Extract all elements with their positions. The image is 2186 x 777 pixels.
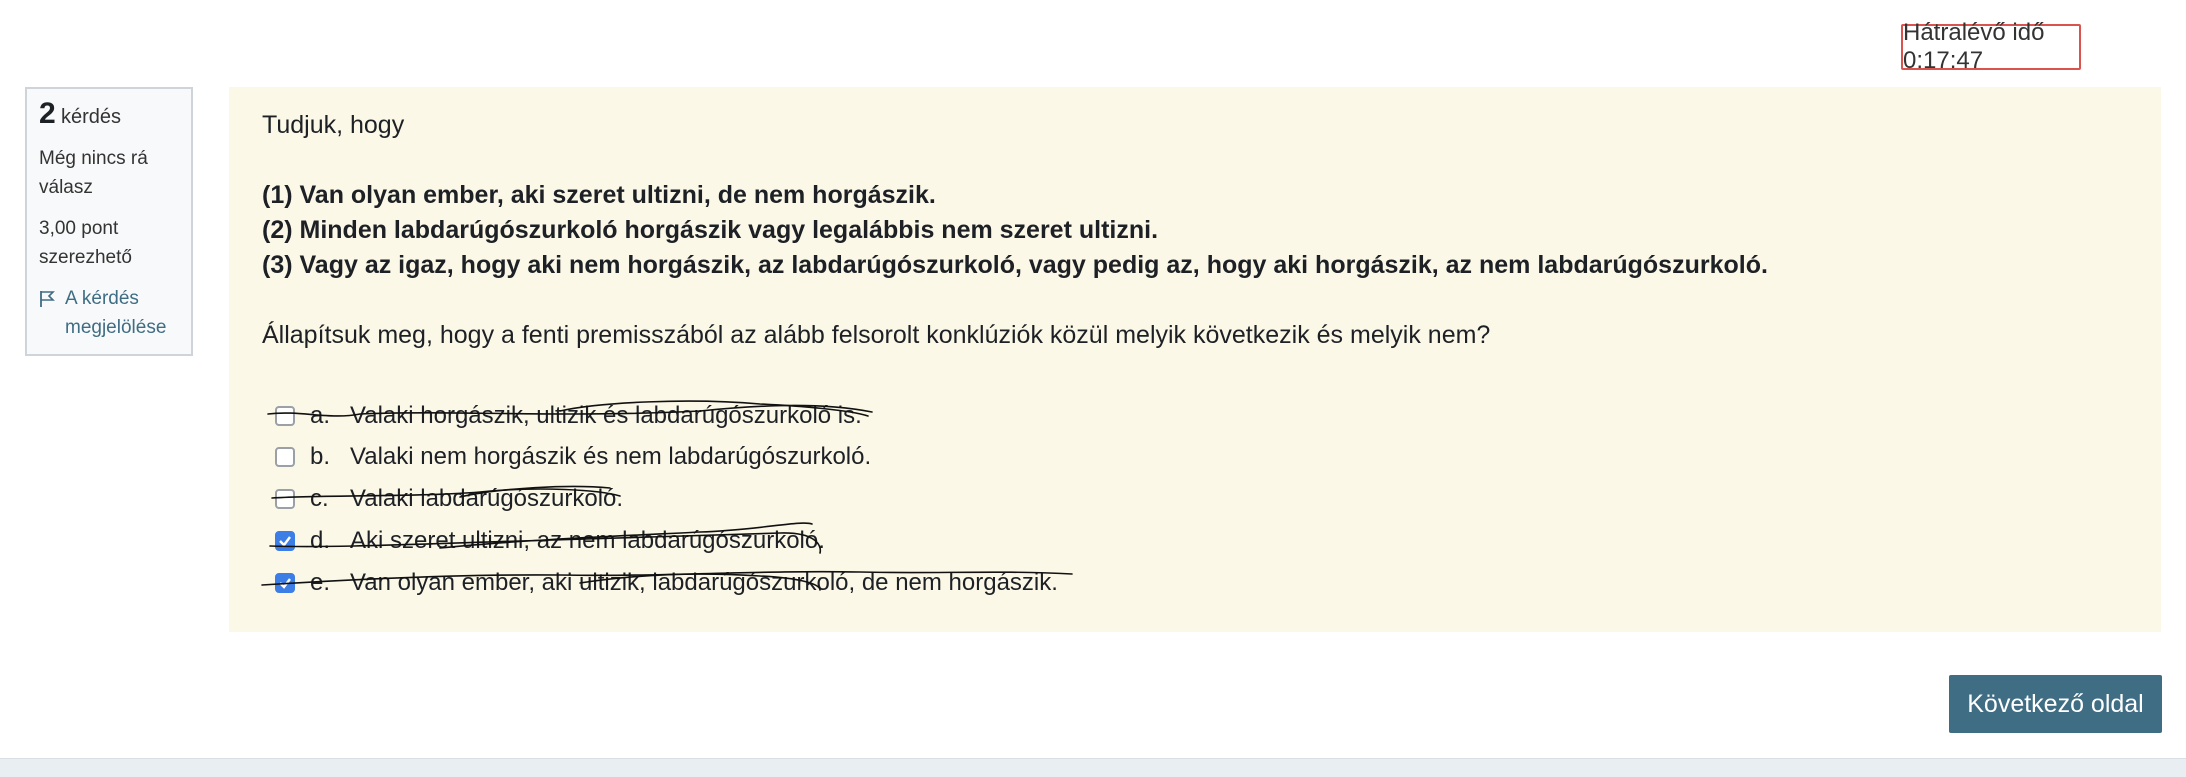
option-e-text: Van olyan ember, aki ultizik, labdarúgós… xyxy=(350,569,1058,596)
question-intro: Tudjuk, hogy xyxy=(262,111,405,139)
option-a[interactable]: a. Valaki horgászik, ultizik és labdarúg… xyxy=(275,396,862,436)
question-number: 2 xyxy=(39,97,56,130)
premise-3: (3) Vagy az igaz, hogy aki nem horgászik… xyxy=(262,251,1768,279)
option-a-letter: a. xyxy=(310,402,331,429)
option-a-text: Valaki horgászik, ultizik és labdarúgósz… xyxy=(350,402,862,429)
option-b-checkbox[interactable] xyxy=(275,447,295,467)
premise-2: (2) Minden labdarúgószurkoló horgászik v… xyxy=(262,216,1159,244)
option-b-text: Valaki nem horgászik és nem labdarúgószu… xyxy=(350,443,872,470)
quiz-timer: Hátralévő idő 0:17:47 xyxy=(1901,19,2081,74)
option-c[interactable]: c. Valaki labdarúgószurkoló. xyxy=(275,479,623,519)
option-c-text: Valaki labdarúgószurkoló. xyxy=(350,485,624,512)
option-d[interactable]: d. Aki szeret ultizni, az nem labdarúgós… xyxy=(275,521,825,561)
option-a-checkbox[interactable] xyxy=(275,406,295,426)
page-footer xyxy=(0,758,2186,777)
checkmark-icon xyxy=(279,536,291,547)
option-c-checkbox[interactable] xyxy=(275,489,295,509)
option-c-letter: c. xyxy=(310,485,329,512)
timer-label: Hátralévő idő 0:17:47 xyxy=(1903,19,2045,74)
option-e-letter: e. xyxy=(310,569,331,596)
option-b-letter: b. xyxy=(310,443,331,470)
question-info-panel: 2 kérdés Még nincs rá válasz 3,00 pont s… xyxy=(25,87,193,356)
option-b[interactable]: b. Valaki nem horgászik és nem labdarúgó… xyxy=(275,437,871,477)
option-d-checkbox[interactable] xyxy=(275,531,295,551)
option-e-checkbox[interactable] xyxy=(275,573,295,593)
question-prompt: Állapítsuk meg, hogy a fenti premisszábó… xyxy=(262,321,1491,349)
flag-question-link[interactable]: A kérdés megjelölése xyxy=(39,284,179,342)
question-state: Még nincs rá válasz xyxy=(39,148,148,198)
option-d-letter: d. xyxy=(310,527,331,554)
option-e[interactable]: e. Van olyan ember, aki ultizik, labdarú… xyxy=(275,563,1058,603)
question-text: Tudjuk, hogy (1) Van olyan ember, aki sz… xyxy=(262,108,2142,353)
question-number-label: kérdés xyxy=(60,106,121,128)
premise-1: (1) Van olyan ember, aki szeret ultizni,… xyxy=(262,181,936,209)
next-page-button[interactable]: Következő oldal xyxy=(1949,675,2162,733)
checkmark-icon xyxy=(279,578,291,589)
question-grade: 3,00 pont szerezhető xyxy=(39,218,132,268)
flag-icon xyxy=(40,291,55,307)
flag-question-label: A kérdés megjelölése xyxy=(65,288,167,338)
option-d-text: Aki szeret ultizni, az nem labdarúgószur… xyxy=(350,527,825,554)
